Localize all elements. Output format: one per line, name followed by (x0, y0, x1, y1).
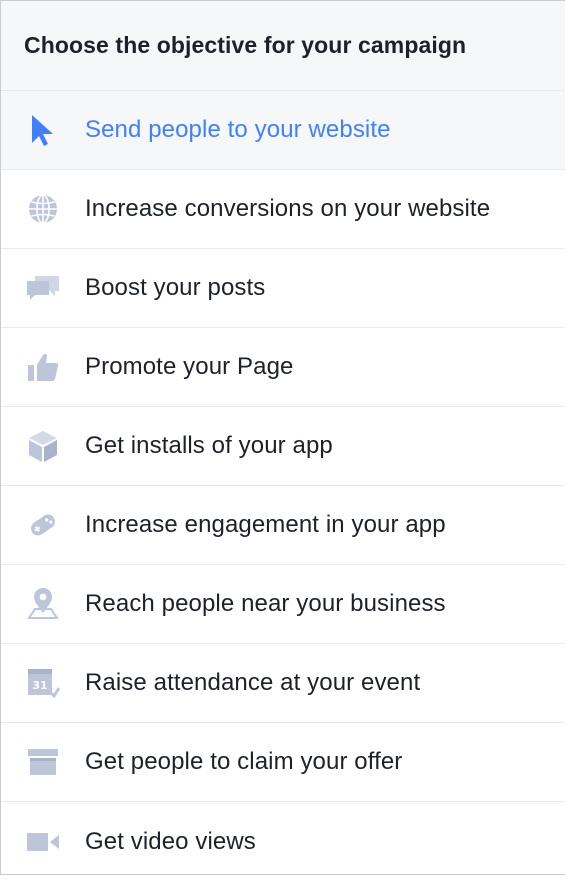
globe-icon (23, 189, 63, 229)
objective-item-app-engagement[interactable]: Increase engagement in your app (1, 486, 565, 565)
objective-panel: Choose the objective for your campaign S… (0, 0, 565, 875)
objective-item-claim-offer[interactable]: Get people to claim your offer (1, 723, 565, 802)
video-camera-icon (23, 822, 63, 862)
objective-label: Increase conversions on your website (85, 195, 491, 222)
objective-item-boost-posts[interactable]: Boost your posts (1, 249, 565, 328)
thumbs-up-icon (23, 347, 63, 387)
svg-text:31: 31 (32, 679, 47, 692)
objective-item-get-app-installs[interactable]: Get installs of your app (1, 407, 565, 486)
objective-label: Get installs of your app (85, 432, 333, 459)
objective-label: Boost your posts (85, 274, 266, 301)
objective-item-send-people-to-website[interactable]: Send people to your website (1, 91, 565, 170)
objective-item-event-attendance[interactable]: 31 Raise attendance at your event (1, 644, 565, 723)
panel-title: Choose the objective for your campaign (24, 32, 467, 58)
objective-label: Send people to your website (85, 116, 391, 143)
chat-bubbles-icon (23, 268, 63, 308)
objective-item-promote-page[interactable]: Promote your Page (1, 328, 565, 407)
objective-item-video-views[interactable]: Get video views (1, 802, 565, 881)
objective-item-increase-conversions[interactable]: Increase conversions on your website (1, 170, 565, 249)
panel-header: Choose the objective for your campaign (1, 1, 565, 91)
objective-label: Get people to claim your offer (85, 748, 403, 775)
objective-list: Send people to your website Increase con… (1, 91, 565, 881)
cursor-icon (23, 110, 63, 150)
objective-label: Get video views (85, 827, 256, 855)
app-box-icon (23, 426, 63, 466)
objective-label: Raise attendance at your event (85, 669, 421, 696)
gamepad-icon (23, 505, 63, 545)
objective-label: Increase engagement in your app (85, 511, 446, 538)
objective-label: Promote your Page (85, 353, 294, 380)
calendar-icon: 31 (23, 663, 63, 703)
objective-item-reach-nearby[interactable]: Reach people near your business (1, 565, 565, 644)
map-pin-icon (23, 584, 63, 624)
objective-label: Reach people near your business (85, 590, 446, 617)
storefront-icon (23, 742, 63, 782)
